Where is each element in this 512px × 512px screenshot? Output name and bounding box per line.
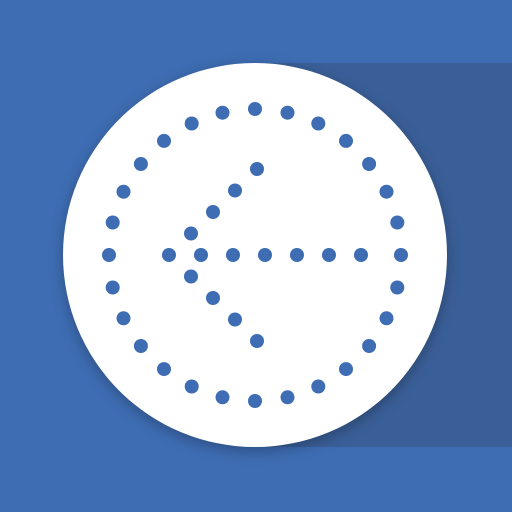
ring-dot: [379, 184, 394, 199]
ring-dot: [116, 184, 131, 199]
ring-dot: [215, 105, 230, 120]
ring-dot: [157, 362, 171, 377]
ring-dot: [390, 280, 405, 295]
ring-dot: [105, 280, 120, 295]
arrow-head-dot: [250, 162, 264, 176]
ring-dot: [215, 390, 230, 405]
arrow-shaft-dot: [162, 248, 176, 262]
ring-dot: [248, 102, 262, 116]
dotted-arrow: [162, 162, 368, 348]
ring-dot: [339, 133, 353, 148]
ring-dot: [157, 133, 171, 148]
arrow-shaft-dot: [194, 248, 208, 262]
arrow-shaft-dot: [290, 248, 304, 262]
ring-dot: [102, 248, 116, 262]
arrow-shaft-dot: [322, 248, 336, 262]
ring-dot: [280, 105, 295, 120]
arrow-head-dot: [184, 226, 198, 241]
ring-dot: [184, 379, 199, 394]
ring-dot: [362, 339, 377, 353]
arrow-shaft-dot: [354, 248, 368, 262]
ring-dot: [280, 390, 295, 405]
arrow-shaft-dot: [258, 248, 272, 262]
ring-dot: [311, 379, 326, 394]
ring-dot: [105, 215, 120, 230]
arrow-shaft-dot: [226, 248, 240, 262]
ring-dot: [394, 248, 408, 262]
arrow-head-dot: [228, 312, 242, 327]
ring-dot: [133, 157, 148, 171]
ring-dot: [184, 116, 199, 131]
ring-dot: [248, 394, 262, 408]
app-icon-tile: [0, 0, 512, 512]
arrow-head-dot: [184, 269, 198, 284]
arrow-head-dot: [206, 291, 220, 305]
ring-dot: [362, 157, 377, 171]
arrow-head-dot: [250, 334, 264, 348]
ring-dot: [311, 116, 326, 131]
ring-dot: [339, 362, 353, 377]
arrow-head-dot: [228, 183, 242, 198]
ring-dot: [379, 311, 394, 326]
ring-dot: [390, 215, 405, 230]
arrow-head-dot: [206, 205, 220, 219]
dotted-back-arrow-icon: [102, 102, 408, 408]
ring-dot: [133, 339, 148, 353]
ring-dot: [116, 311, 131, 326]
